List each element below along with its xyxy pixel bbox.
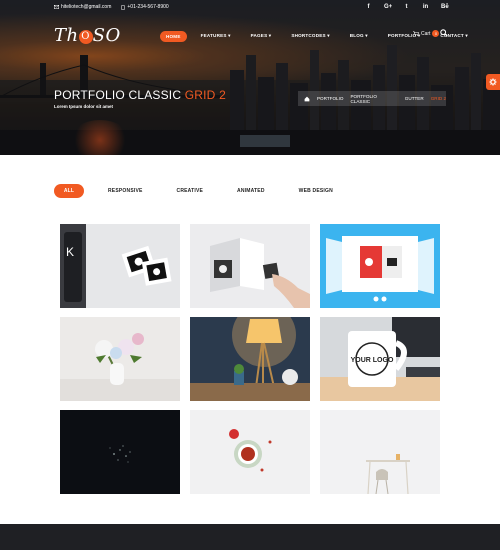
portfolio-image-mockup xyxy=(320,224,440,308)
linkedin-icon[interactable]: in xyxy=(422,4,429,10)
portfolio-item[interactable] xyxy=(320,224,440,308)
gear-icon xyxy=(489,78,497,86)
portfolio-image-night xyxy=(60,410,180,494)
portfolio-item[interactable] xyxy=(190,317,310,401)
cart-icon xyxy=(413,31,419,36)
portfolio-image-lamp xyxy=(190,317,310,401)
top-bar: hiteliotech@gmail.com +01-234-567-8900 f… xyxy=(0,0,500,16)
mail-icon xyxy=(54,5,59,9)
hero-overlay xyxy=(0,0,500,155)
portfolio-image-flowers xyxy=(60,317,180,401)
logo-text-left: Th xyxy=(54,25,79,46)
site-logo[interactable]: Th O SO xyxy=(54,25,121,46)
page-title: PORTFOLIO CLASSIC GRID 2 xyxy=(54,88,226,102)
logo-text-right: SO xyxy=(92,25,121,46)
nav-pages[interactable]: PAGES ▾ xyxy=(245,30,278,42)
nav-features[interactable]: FEATURES ▾ xyxy=(195,30,237,42)
portfolio-item[interactable] xyxy=(320,410,440,494)
cart-count-badge: 0 xyxy=(432,30,440,37)
breadcrumb-current: GRID 2 xyxy=(430,96,447,101)
portfolio-item[interactable]: K xyxy=(60,224,180,308)
twitter-icon[interactable]: t xyxy=(403,4,410,10)
filter-all[interactable]: ALL xyxy=(54,184,84,198)
filter-creative[interactable]: CREATIVE xyxy=(167,184,214,198)
phone-text: +01-234-567-8900 xyxy=(127,4,169,10)
contact-info: hiteliotech@gmail.com +01-234-567-8900 xyxy=(54,4,169,10)
phone-icon xyxy=(121,4,126,10)
page-subtitle: Lorem Ipsum dolor sit amet xyxy=(54,104,114,109)
cart-button[interactable]: Cart 0 xyxy=(413,30,440,37)
portfolio-item[interactable] xyxy=(190,224,310,308)
nav-home[interactable]: HOME xyxy=(160,30,187,42)
mug-logo-text: YOUR LOGO xyxy=(351,357,394,364)
social-links: f G+ t in Bē xyxy=(365,4,449,10)
search-icon[interactable] xyxy=(440,29,448,37)
google-plus-icon[interactable]: G+ xyxy=(384,4,392,10)
behance-icon[interactable]: Bē xyxy=(441,4,449,10)
portfolio-item[interactable] xyxy=(190,410,310,494)
portfolio-filters: ALL RESPONSIVE CREATIVE ANIMATED WEB DES… xyxy=(54,184,357,198)
facebook-icon[interactable]: f xyxy=(365,4,372,10)
email-text: hiteliotech@gmail.com xyxy=(61,4,112,10)
portfolio-image-desk xyxy=(320,410,440,494)
breadcrumb-item[interactable]: PORTFOLIO CLASSIC xyxy=(350,94,397,104)
filter-animated[interactable]: ANIMATED xyxy=(227,184,275,198)
page-title-main: PORTFOLIO CLASSIC xyxy=(54,88,185,102)
filter-responsive[interactable]: RESPONSIVE xyxy=(98,184,153,198)
home-icon[interactable] xyxy=(304,96,310,102)
portfolio-item[interactable]: YOUR LOGO xyxy=(320,317,440,401)
page-title-accent: GRID 2 xyxy=(184,88,226,102)
cart-label: Cart xyxy=(421,30,431,37)
breadcrumb-item[interactable]: GUTTER xyxy=(405,96,424,101)
portfolio-image-cards: K xyxy=(60,224,180,308)
breadcrumb-item[interactable]: PORTFOLIO xyxy=(317,96,343,101)
portfolio-image-tea xyxy=(190,410,310,494)
portfolio-item[interactable] xyxy=(60,410,180,494)
portfolio-image-mug: YOUR LOGO xyxy=(320,317,440,401)
nav-blog[interactable]: BLOG ▾ xyxy=(344,30,374,42)
breadcrumb: PORTFOLIO PORTFOLIO CLASSIC GUTTER GRID … xyxy=(298,91,446,106)
footer xyxy=(0,524,500,550)
page-hero xyxy=(0,0,500,155)
nav-shortcodes[interactable]: SHORTCODES ▾ xyxy=(285,30,335,42)
portfolio-item[interactable] xyxy=(60,317,180,401)
filter-web-design[interactable]: WEB DESIGN xyxy=(289,184,343,198)
logo-o-mark: O xyxy=(78,30,93,44)
email-contact[interactable]: hiteliotech@gmail.com xyxy=(54,4,111,10)
settings-panel-toggle[interactable] xyxy=(486,74,500,90)
svg-text:K: K xyxy=(66,245,74,259)
portfolio-image-box xyxy=(190,224,310,308)
phone-contact[interactable]: +01-234-567-8900 xyxy=(121,4,169,10)
